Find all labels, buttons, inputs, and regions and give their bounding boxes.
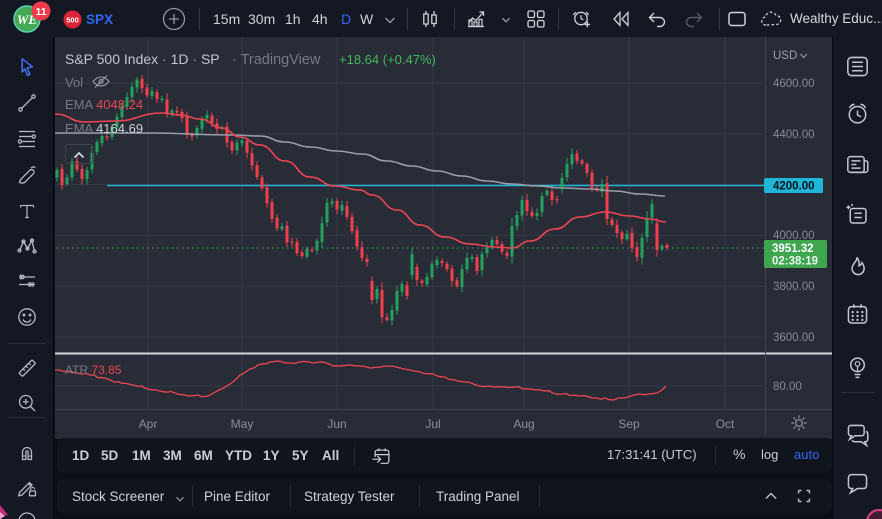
- svg-text:4600.00: 4600.00: [773, 78, 815, 90]
- svg-text:4200.00: 4200.00: [773, 181, 815, 193]
- svg-text:4400.00: 4400.00: [773, 129, 815, 141]
- svg-text:Aug: Aug: [513, 417, 534, 431]
- svg-text:Sep: Sep: [618, 417, 640, 431]
- svg-text:EMA 4164.69: EMA 4164.69: [65, 121, 143, 136]
- svg-text:+18.64 (+0.47%): +18.64 (+0.47%): [339, 52, 436, 67]
- svg-text:3800.00: 3800.00: [773, 281, 815, 293]
- svg-text:80.00: 80.00: [773, 381, 802, 393]
- svg-text:11: 11: [35, 6, 46, 18]
- svg-text:500: 500: [66, 16, 79, 25]
- svg-text:USD: USD: [773, 50, 797, 62]
- svg-text:ATR 73.85: ATR 73.85: [65, 363, 122, 377]
- svg-text:Jun: Jun: [327, 417, 346, 431]
- svg-text:3600.00: 3600.00: [773, 332, 815, 344]
- svg-text:EMA 4048.24: EMA 4048.24: [65, 97, 143, 112]
- svg-text:02:38:19: 02:38:19: [772, 256, 818, 268]
- svg-text:S&P 500 Index · 1D · SP: S&P 500 Index · 1D · SP: [65, 51, 220, 67]
- svg-text:Jul: Jul: [425, 417, 440, 431]
- svg-text:· TradingView: · TradingView: [232, 52, 321, 68]
- svg-text:3951.32: 3951.32: [772, 243, 814, 255]
- svg-text:Apr: Apr: [139, 417, 158, 431]
- svg-text:May: May: [231, 417, 254, 431]
- svg-text:Vol: Vol: [65, 75, 83, 90]
- svg-text:Oct: Oct: [716, 417, 735, 431]
